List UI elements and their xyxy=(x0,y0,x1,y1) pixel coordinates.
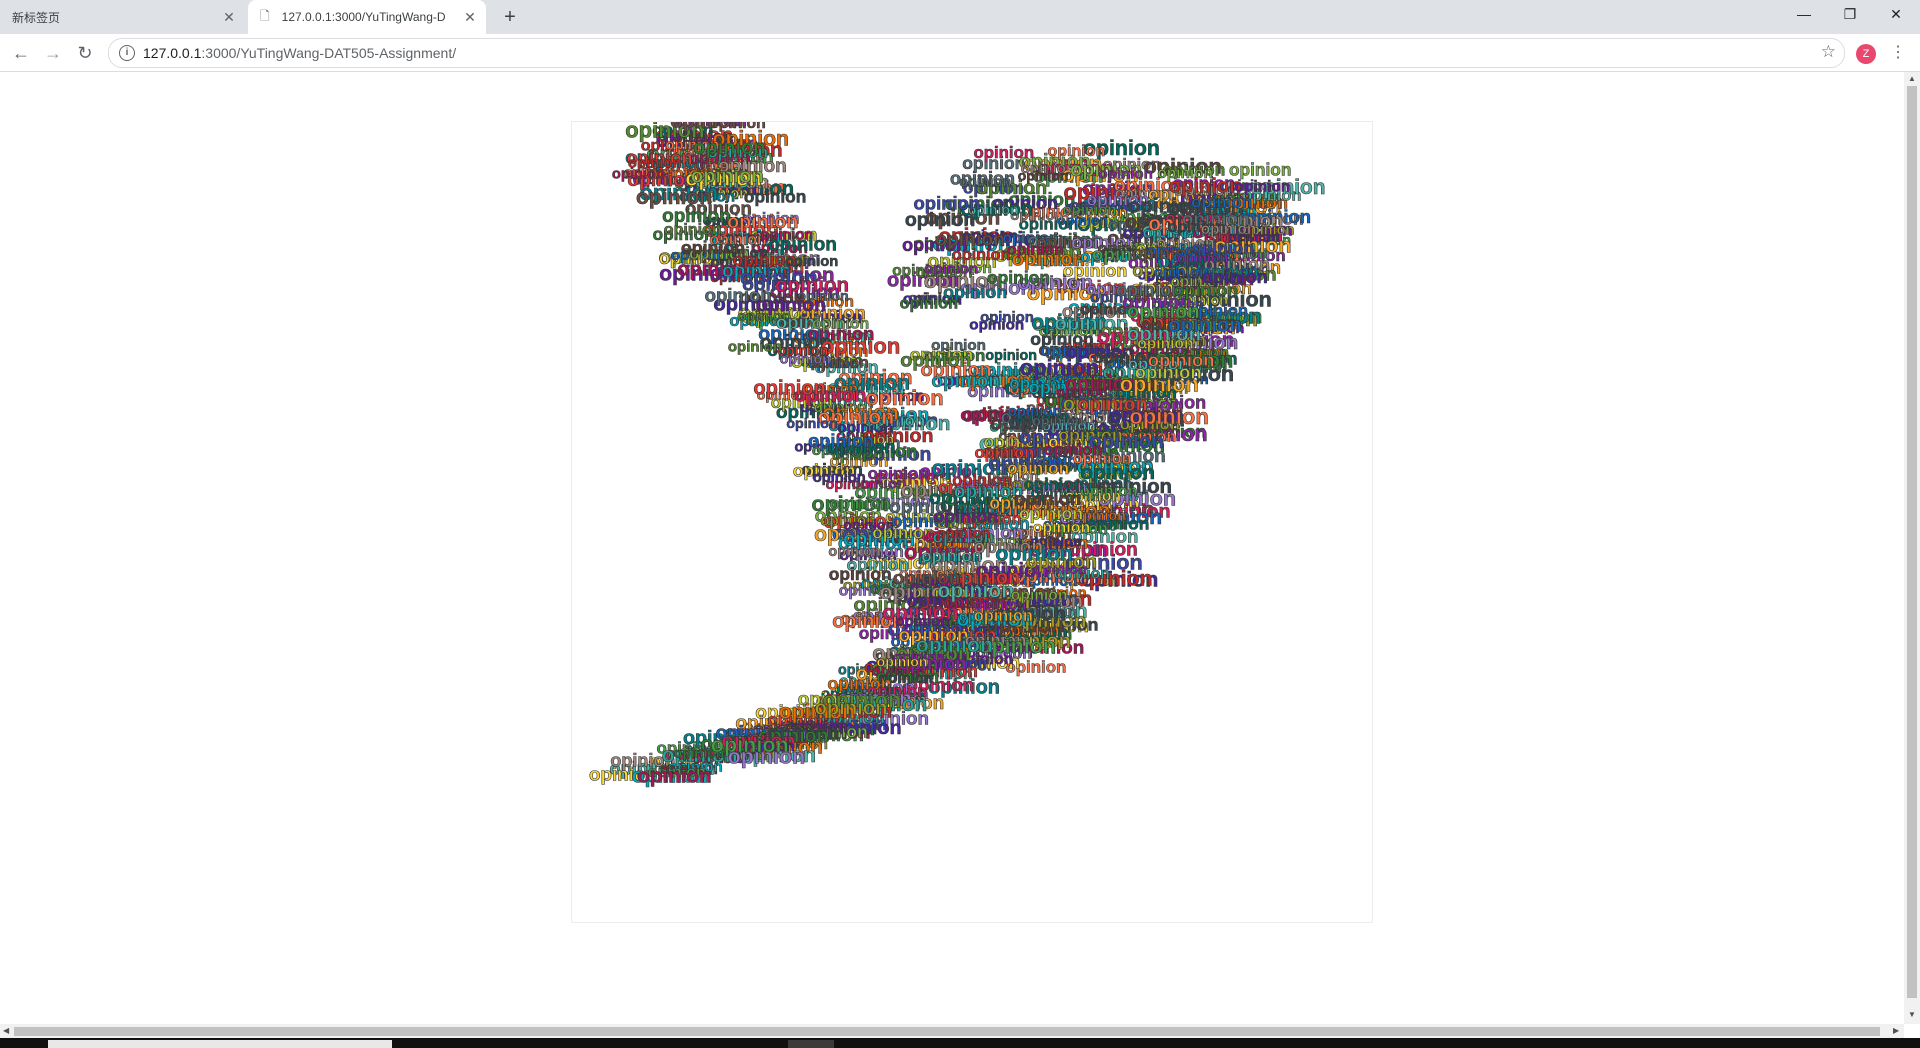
taskbar-item[interactable] xyxy=(48,1040,392,1048)
os-taskbar xyxy=(0,1038,1920,1048)
word-mark: opinion xyxy=(1201,221,1257,238)
info-icon[interactable]: i xyxy=(119,45,135,61)
word-mark: opinion xyxy=(937,525,991,542)
word-mark: opinion xyxy=(1032,414,1084,430)
word-mark: opinion xyxy=(612,167,665,183)
word-mark: opinion xyxy=(1129,404,1208,429)
scroll-right-icon[interactable]: ▶ xyxy=(1893,1026,1899,1035)
tab-close-icon[interactable]: ✕ xyxy=(219,9,239,26)
word-mark: opinion xyxy=(728,339,782,356)
minimize-icon[interactable]: — xyxy=(1781,0,1827,28)
word-mark: opinion xyxy=(753,378,826,400)
tab-strip: 新标签页 ✕ 🗋 127.0.0.1:3000/YuTingWang-D ✕ +… xyxy=(0,0,1920,34)
word-heart-artwork: opinion opinion opinion opinion opinion opini… xyxy=(589,122,1326,788)
word-mark: opinion xyxy=(1098,166,1153,183)
word-mark: opinion xyxy=(813,470,866,486)
word-mark: opinion xyxy=(895,613,950,630)
word-mark: opinion xyxy=(1048,143,1106,160)
word-mark: opinion xyxy=(756,294,826,316)
word-mark: opinion xyxy=(693,137,765,159)
browser-toolbar: ← → ↻ i 127.0.0.1:3000/YuTingWang-DAT505… xyxy=(0,34,1920,72)
word-mark: opinion xyxy=(1127,301,1200,323)
close-icon[interactable]: ✕ xyxy=(1873,0,1919,28)
reload-icon[interactable]: ↻ xyxy=(70,38,100,68)
tab-label: 127.0.0.1:3000/YuTingWang-D xyxy=(281,10,446,24)
word-mark: opinion xyxy=(670,122,743,133)
word-mark: opinion xyxy=(1019,503,1083,523)
address-bar[interactable]: i 127.0.0.1:3000/YuTingWang-DAT505-Assig… xyxy=(108,38,1845,68)
page-viewport: opinion opinion opinion opinion opinion opini… xyxy=(0,72,1904,1024)
word-mark: opinion xyxy=(1234,179,1290,196)
tab-close-icon[interactable]: ✕ xyxy=(460,9,480,26)
word-mark: opinion xyxy=(877,653,928,669)
word-mark: opinion xyxy=(1135,362,1202,383)
scroll-down-icon[interactable]: ▼ xyxy=(1908,1010,1916,1019)
word-mark: opinion xyxy=(975,443,1035,462)
word-mark: opinion xyxy=(1063,201,1117,218)
word-mark: opinion xyxy=(1116,279,1183,300)
word-mark: opinion xyxy=(780,350,831,366)
word-mark: opinion xyxy=(995,541,1073,565)
word-mark: opinion xyxy=(812,316,869,333)
word-mark: opinion xyxy=(937,579,1014,603)
word-mark: opinion xyxy=(914,193,981,214)
back-arrow-icon[interactable]: ← xyxy=(6,38,36,68)
horizontal-scrollbar[interactable]: ◀ ▶ xyxy=(0,1024,1904,1038)
scroll-up-icon[interactable]: ▲ xyxy=(1908,74,1916,83)
word-mark: opinion xyxy=(1007,241,1064,258)
more-vert-icon[interactable]: ⋮ xyxy=(1890,42,1906,62)
word-mark: opinion xyxy=(1063,261,1128,281)
new-tab-button[interactable]: + xyxy=(497,4,523,30)
word-mark: opinion xyxy=(959,174,1011,190)
word-mark: opinion xyxy=(1080,483,1137,500)
word-mark: opinion xyxy=(1169,175,1242,197)
word-mark: opinion xyxy=(1011,587,1068,604)
page-icon: 🗋 xyxy=(260,8,270,23)
word-mark: opinion xyxy=(931,371,1000,392)
word-mark: opinion xyxy=(808,430,874,451)
vertical-scrollbar[interactable]: ▲ ▼ xyxy=(1904,72,1920,1024)
word-mark: opinion xyxy=(974,607,1033,625)
word-mark: opinion xyxy=(900,349,971,371)
tab-label: 新标签页 xyxy=(12,10,61,25)
vertical-scroll-thumb[interactable] xyxy=(1907,86,1917,998)
word-mark: opinion xyxy=(830,494,891,513)
tab-new-tab[interactable]: 新标签页 ✕ xyxy=(0,0,245,34)
word-mark: opinion xyxy=(987,268,1050,288)
word-mark: opinion xyxy=(691,165,764,187)
restore-icon[interactable]: ❐ xyxy=(1827,0,1873,28)
url-text[interactable]: 127.0.0.1:3000/YuTingWang-DAT505-Assignm… xyxy=(143,45,456,61)
word-mark: opinion xyxy=(1177,250,1228,266)
sketch-canvas[interactable]: opinion opinion opinion opinion opinion opini… xyxy=(571,121,1373,923)
taskbar-item[interactable] xyxy=(788,1040,834,1048)
url-path: :3000/YuTingWang-DAT505-Assignment/ xyxy=(201,45,457,61)
tab-localhost[interactable]: 🗋 127.0.0.1:3000/YuTingWang-D ✕ xyxy=(248,0,486,34)
word-mark: opinion xyxy=(974,143,1035,162)
word-mark: opinion xyxy=(1044,441,1102,459)
word-mark: opinion xyxy=(980,310,1034,326)
word-mark: opinion xyxy=(815,698,888,720)
scroll-left-icon[interactable]: ◀ xyxy=(3,1026,9,1035)
url-host: 127.0.0.1 xyxy=(143,45,202,61)
word-mark: opinion xyxy=(1024,475,1084,494)
word-mark: opinion xyxy=(637,765,711,788)
word-mark: opinion xyxy=(1174,280,1239,300)
word-mark: opinion xyxy=(900,295,958,313)
avatar[interactable]: Z xyxy=(1856,44,1876,64)
star-icon[interactable]: ☆ xyxy=(1821,42,1836,62)
forward-arrow-icon[interactable]: → xyxy=(38,38,68,68)
word-mark: opinion xyxy=(711,732,789,757)
word-mark: opinion xyxy=(785,254,838,270)
horizontal-scroll-thumb[interactable] xyxy=(14,1027,1880,1036)
